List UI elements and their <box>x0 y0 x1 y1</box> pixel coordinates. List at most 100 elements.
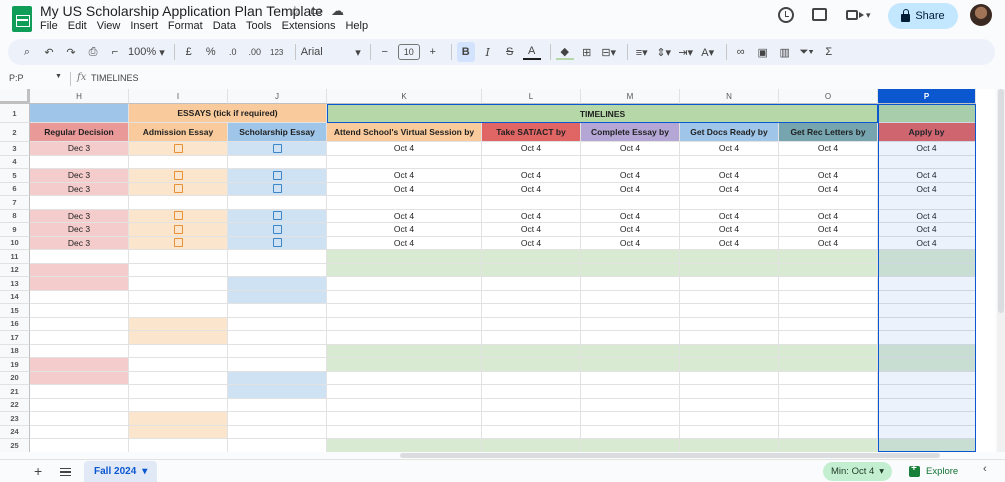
cell-p7[interactable] <box>878 196 976 210</box>
document-title[interactable]: My US Scholarship Application Plan Templ… <box>40 3 323 19</box>
cell-n9[interactable]: Oct 4 <box>680 223 779 237</box>
print-icon[interactable]: ⎙ <box>84 42 102 62</box>
cell-l4[interactable] <box>482 155 581 169</box>
cell-j23[interactable] <box>228 412 327 426</box>
cell-k20[interactable] <box>327 371 482 385</box>
cell-p22[interactable] <box>878 398 976 412</box>
cell-m2[interactable]: Complete Essay by <box>581 123 680 142</box>
decrease-font-size-icon[interactable]: − <box>376 42 394 62</box>
cell-o10[interactable]: Oct 4 <box>779 236 878 250</box>
cell-i16[interactable] <box>129 317 228 331</box>
cell-h6[interactable]: Dec 3 <box>30 182 129 196</box>
cell-p11[interactable] <box>878 250 976 264</box>
fill-color-icon[interactable]: ◆ <box>555 44 574 60</box>
cell-o2[interactable]: Get Rec Letters by <box>779 123 878 142</box>
cell-h15[interactable] <box>30 304 129 318</box>
cell-l25[interactable] <box>482 439 581 452</box>
cell-i23[interactable] <box>129 412 228 426</box>
cell-n18[interactable] <box>680 344 779 358</box>
cell-k4[interactable] <box>327 155 482 169</box>
checkbox[interactable] <box>173 184 183 194</box>
vertical-align-icon[interactable]: ⇕▾ <box>655 42 673 62</box>
chevron-left-icon[interactable]: ‹ <box>983 463 987 475</box>
cell-p20[interactable] <box>878 371 976 385</box>
cell-i25[interactable] <box>129 439 228 452</box>
cell-l22[interactable] <box>482 398 581 412</box>
search-menus-icon[interactable]: ⌕ <box>18 42 36 62</box>
row-header-23[interactable]: 23 <box>0 412 30 426</box>
row-header-4[interactable]: 4 <box>0 155 30 169</box>
cell-i10[interactable] <box>129 236 228 250</box>
cell-h25[interactable] <box>30 439 129 452</box>
cell-i7[interactable] <box>129 196 228 210</box>
row-header-1[interactable]: 1 <box>0 104 30 123</box>
cell-h20[interactable] <box>30 371 129 385</box>
more-formats-button[interactable]: 123 <box>268 42 286 62</box>
cell-o9[interactable]: Oct 4 <box>779 223 878 237</box>
increase-font-size-icon[interactable]: + <box>424 42 442 62</box>
sheet-tab-fall-2024[interactable]: Fall 2024 ▾ <box>84 461 158 482</box>
cell-j4[interactable] <box>228 155 327 169</box>
cell-l5[interactable]: Oct 4 <box>482 169 581 183</box>
column-header-i[interactable]: I <box>129 89 228 104</box>
meet-video-icon[interactable] <box>846 10 864 20</box>
cell-n23[interactable] <box>680 412 779 426</box>
cell-k19[interactable] <box>327 358 482 372</box>
cell-l15[interactable] <box>482 304 581 318</box>
menu-tools[interactable]: Tools <box>246 20 272 32</box>
cell-j8[interactable] <box>228 209 327 223</box>
scrollbar-thumb[interactable] <box>998 89 1004 313</box>
checkbox[interactable] <box>173 170 183 180</box>
cell-l12[interactable] <box>482 263 581 277</box>
cell-k10[interactable]: Oct 4 <box>327 236 482 250</box>
cell-m14[interactable] <box>581 290 680 304</box>
selection-stat-chip[interactable]: Min: Oct 4 ▾ <box>823 462 893 481</box>
column-header-m[interactable]: M <box>581 89 680 104</box>
row-header-10[interactable]: 10 <box>0 236 30 250</box>
timelines-header[interactable]: TIMELINES <box>327 104 878 123</box>
cell-o24[interactable] <box>779 425 878 439</box>
row-header-18[interactable]: 18 <box>0 344 30 358</box>
cell-h22[interactable] <box>30 398 129 412</box>
cell-i18[interactable] <box>129 344 228 358</box>
cell-k2[interactable]: Attend School's Virtual Session by <box>327 123 482 142</box>
borders-icon[interactable]: ⊞ <box>578 42 596 62</box>
cell-i11[interactable] <box>129 250 228 264</box>
cell-i15[interactable] <box>129 304 228 318</box>
cell-h10[interactable]: Dec 3 <box>30 236 129 250</box>
cell-o14[interactable] <box>779 290 878 304</box>
checkbox[interactable] <box>272 184 282 194</box>
cell-o21[interactable] <box>779 385 878 399</box>
cell-m8[interactable]: Oct 4 <box>581 209 680 223</box>
select-all-corner[interactable] <box>0 89 30 104</box>
cell-m16[interactable] <box>581 317 680 331</box>
checkbox[interactable] <box>272 170 282 180</box>
cell-k9[interactable]: Oct 4 <box>327 223 482 237</box>
cell-n4[interactable] <box>680 155 779 169</box>
cell-j5[interactable] <box>228 169 327 183</box>
avatar[interactable] <box>970 4 992 26</box>
menu-view[interactable]: View <box>97 20 121 32</box>
cell-l9[interactable]: Oct 4 <box>482 223 581 237</box>
cell-j16[interactable] <box>228 317 327 331</box>
cell-m13[interactable] <box>581 277 680 291</box>
bold-icon[interactable]: B <box>456 42 475 62</box>
row-header-21[interactable]: 21 <box>0 385 30 399</box>
cell-p10[interactable]: Oct 4 <box>878 236 976 250</box>
cell-o18[interactable] <box>779 344 878 358</box>
row-header-14[interactable]: 14 <box>0 290 30 304</box>
cell-i20[interactable] <box>129 371 228 385</box>
row-header-8[interactable]: 8 <box>0 209 30 223</box>
cell-h9[interactable]: Dec 3 <box>30 223 129 237</box>
cell-o8[interactable]: Oct 4 <box>779 209 878 223</box>
chevron-down-icon[interactable]: ▾ <box>142 466 147 477</box>
column-header-j[interactable]: J <box>228 89 327 104</box>
cell-m20[interactable] <box>581 371 680 385</box>
cloud-status-icon[interactable]: ☁ <box>331 3 344 19</box>
cell-k8[interactable]: Oct 4 <box>327 209 482 223</box>
cell-i8[interactable] <box>129 209 228 223</box>
undo-icon[interactable]: ↶ <box>40 42 58 62</box>
cell-m9[interactable]: Oct 4 <box>581 223 680 237</box>
cell-m12[interactable] <box>581 263 680 277</box>
cell-h16[interactable] <box>30 317 129 331</box>
